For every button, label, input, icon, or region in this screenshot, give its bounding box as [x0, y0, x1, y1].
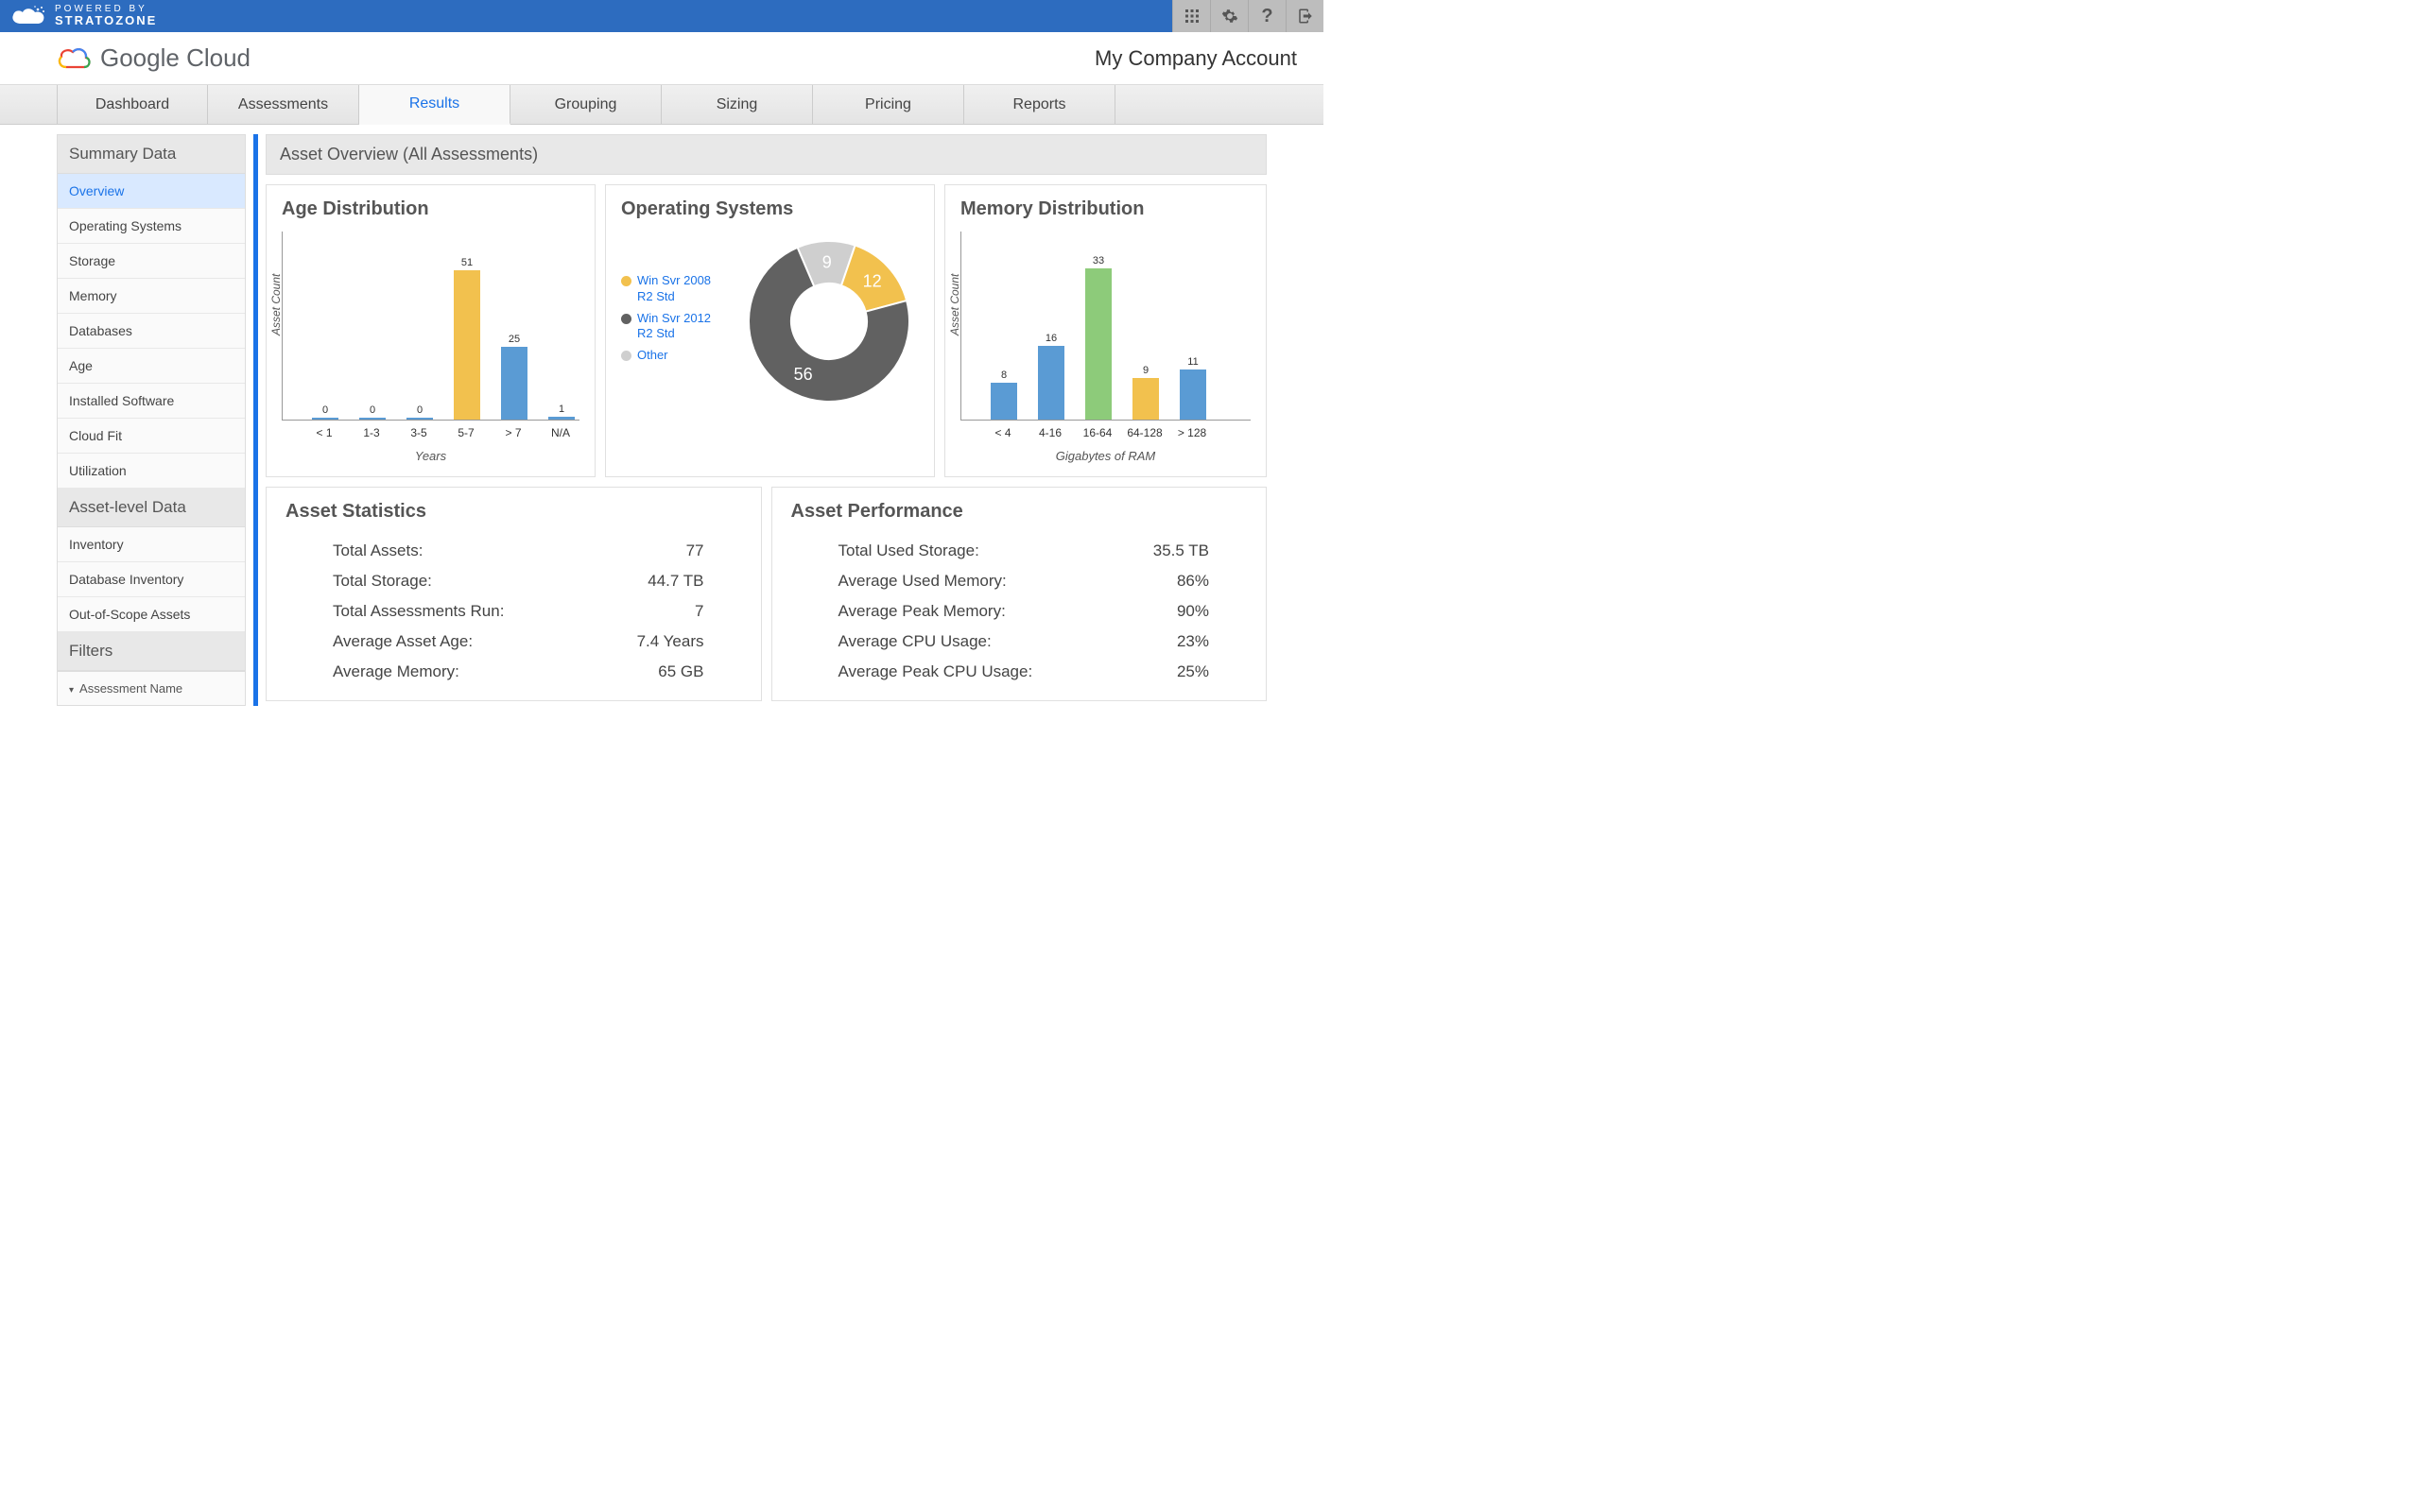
bar: 0 — [354, 404, 390, 420]
logo-text: Google Cloud — [100, 43, 251, 73]
legend-dot-icon — [621, 314, 631, 324]
age-chart: 00051251 — [282, 232, 579, 421]
stat-row: Average Used Memory:86% — [791, 566, 1248, 596]
stat-row: Average CPU Usage:23% — [791, 627, 1248, 657]
stat-row: Total Assets:77 — [285, 536, 742, 566]
x-axis-label: N/A — [543, 426, 579, 439]
x-axis-label: 16-64 — [1080, 426, 1115, 439]
x-axis-label: > 128 — [1174, 426, 1210, 439]
legend-label-win2008[interactable]: Win Svr 2008 R2 Std — [637, 273, 722, 305]
x-axis-label: > 7 — [495, 426, 531, 439]
perf-title: Asset Performance — [791, 501, 1248, 523]
bar: 51 — [449, 257, 485, 420]
os-chart-title: Operating Systems — [621, 198, 919, 220]
tab-dashboard[interactable]: Dashboard — [57, 85, 208, 124]
mem-chart: 81633911 — [960, 232, 1251, 421]
x-axis-label: 1-3 — [354, 426, 389, 439]
bar: 0 — [307, 404, 343, 420]
age-chart-title: Age Distribution — [282, 198, 579, 220]
stat-row: Average Asset Age:7.4 Years — [285, 627, 742, 657]
svg-text:9: 9 — [822, 253, 832, 272]
stats-title: Asset Statistics — [285, 501, 742, 523]
sidebar: Summary Data Overview Operating Systems … — [57, 134, 246, 706]
sidebar-section-filters: Filters — [58, 632, 245, 671]
stat-row: Total Used Storage:35.5 TB — [791, 536, 1248, 566]
panel-asset-statistics: Asset Statistics Total Assets:77Total St… — [266, 487, 762, 701]
tab-reports[interactable]: Reports — [964, 85, 1115, 124]
os-donut-chart: 9 12 56 — [739, 232, 919, 411]
bar: 16 — [1033, 333, 1069, 420]
stat-row: Average Peak Memory:90% — [791, 596, 1248, 627]
age-chart-ylabel: Asset Count — [269, 273, 283, 335]
panel-asset-performance: Asset Performance Total Used Storage:35.… — [771, 487, 1268, 701]
sidebar-item-inventory[interactable]: Inventory — [58, 527, 245, 562]
google-cloud-icon — [57, 44, 91, 73]
legend-dot-icon — [621, 276, 631, 286]
sidebar-section-summary: Summary Data — [58, 135, 245, 174]
sidebar-item-overview[interactable]: Overview — [58, 174, 245, 209]
bar: 9 — [1128, 365, 1164, 420]
sidebar-section-asset-level: Asset-level Data — [58, 489, 245, 527]
stat-row: Total Storage:44.7 TB — [285, 566, 742, 596]
sidebar-item-installed-software[interactable]: Installed Software — [58, 384, 245, 419]
sidebar-item-age[interactable]: Age — [58, 349, 245, 384]
legend-label-win2012[interactable]: Win Svr 2012 R2 Std — [637, 311, 722, 343]
x-axis-label: < 4 — [985, 426, 1021, 439]
x-axis-label: < 1 — [306, 426, 342, 439]
sidebar-item-memory[interactable]: Memory — [58, 279, 245, 314]
stratozone-cloud-icon — [9, 5, 47, 27]
sidebar-item-cloud-fit[interactable]: Cloud Fit — [58, 419, 245, 454]
sidebar-item-database-inventory[interactable]: Database Inventory — [58, 562, 245, 597]
x-axis-label: 64-128 — [1127, 426, 1163, 439]
tab-sizing[interactable]: Sizing — [662, 85, 813, 124]
help-icon[interactable]: ? — [1248, 0, 1286, 32]
svg-text:56: 56 — [794, 365, 813, 384]
filter-assessment-name[interactable]: Assessment Name — [58, 671, 245, 705]
x-axis-label: 3-5 — [401, 426, 437, 439]
page-title: Asset Overview (All Assessments) — [266, 134, 1267, 175]
account-name[interactable]: My Company Account — [1095, 46, 1297, 71]
sidebar-item-out-of-scope[interactable]: Out-of-Scope Assets — [58, 597, 245, 632]
sidebar-item-utilization[interactable]: Utilization — [58, 454, 245, 489]
stat-row: Total Assessments Run:7 — [285, 596, 742, 627]
tab-assessments[interactable]: Assessments — [208, 85, 359, 124]
panel-memory-distribution: Memory Distribution Asset Count 81633911… — [944, 184, 1267, 477]
tab-pricing[interactable]: Pricing — [813, 85, 964, 124]
legend-label-other[interactable]: Other — [637, 348, 722, 364]
bar: 0 — [402, 404, 438, 420]
os-legend: Win Svr 2008 R2 Std Win Svr 2012 R2 Std … — [621, 273, 722, 369]
bar: 8 — [986, 369, 1022, 420]
bar: 11 — [1175, 356, 1211, 420]
tab-results[interactable]: Results — [359, 85, 510, 125]
x-axis-label: 4-16 — [1032, 426, 1068, 439]
brand-name: STRATOZONE — [55, 14, 157, 27]
sidebar-item-operating-systems[interactable]: Operating Systems — [58, 209, 245, 244]
bar: 33 — [1080, 255, 1116, 420]
age-chart-xcaption: Years — [282, 449, 579, 463]
header: Google Cloud My Company Account — [0, 32, 1323, 85]
mem-chart-xcaption: Gigabytes of RAM — [960, 449, 1251, 463]
content: Asset Overview (All Assessments) Age Dis… — [253, 134, 1267, 706]
stat-row: Average Memory:65 GB — [285, 657, 742, 687]
stat-row: Average Peak CPU Usage:25% — [791, 657, 1248, 687]
apps-icon[interactable] — [1172, 0, 1210, 32]
bar: 25 — [496, 334, 532, 420]
mem-chart-ylabel: Asset Count — [948, 273, 961, 335]
bar: 1 — [544, 404, 579, 420]
panel-operating-systems: Operating Systems Win Svr 2008 R2 Std Wi… — [605, 184, 935, 477]
google-cloud-logo: Google Cloud — [57, 43, 251, 73]
nav-tabs: Dashboard Assessments Results Grouping S… — [0, 85, 1323, 125]
tab-grouping[interactable]: Grouping — [510, 85, 662, 124]
legend-dot-icon — [621, 351, 631, 361]
x-axis-label: 5-7 — [448, 426, 484, 439]
topbar: POWERED BY STRATOZONE ? — [0, 0, 1323, 32]
svg-text:12: 12 — [863, 271, 882, 290]
brand: POWERED BY STRATOZONE — [0, 4, 157, 27]
sidebar-item-storage[interactable]: Storage — [58, 244, 245, 279]
panel-age-distribution: Age Distribution Asset Count 00051251 < … — [266, 184, 596, 477]
logout-icon[interactable] — [1286, 0, 1323, 32]
sidebar-item-databases[interactable]: Databases — [58, 314, 245, 349]
gear-icon[interactable] — [1210, 0, 1248, 32]
mem-chart-title: Memory Distribution — [960, 198, 1251, 220]
